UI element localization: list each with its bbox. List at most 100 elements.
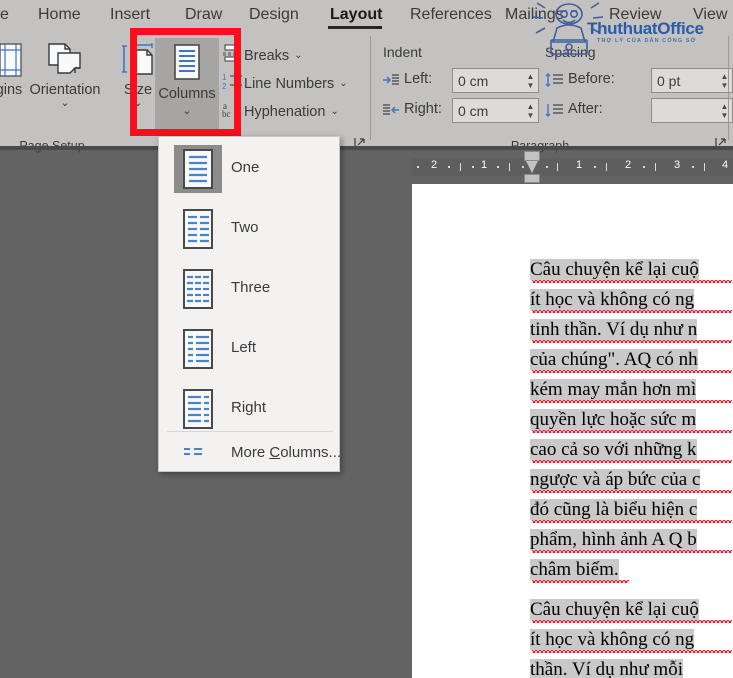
doc-line[interactable]: kém may mắn hơn mì: [530, 379, 697, 401]
indent-right-input[interactable]: 0 cm ▲ ▼: [452, 98, 539, 123]
orientation-label: Orientation: [29, 82, 101, 98]
spellcheck-squiggle: [532, 650, 732, 653]
spacing-before-stepper[interactable]: ▲ ▼: [717, 69, 732, 92]
doc-line[interactable]: phẩm, hình ảnh A Q b: [530, 529, 697, 551]
orientation-button[interactable]: Orientation ⌄: [20, 38, 110, 109]
horizontal-ruler[interactable]: 2 1 1 2 3 4: [412, 150, 733, 184]
ruler-track[interactable]: 2 1 1 2 3 4: [412, 158, 733, 176]
indent-right-stepper[interactable]: ▲ ▼: [523, 99, 538, 122]
indent-right-value: 0 cm: [458, 102, 489, 119]
doc-line[interactable]: ít học và không có ng: [530, 629, 695, 651]
column-one-icon: [174, 145, 222, 193]
tab-e[interactable]: e: [0, 4, 9, 26]
ruler-tick: [606, 163, 607, 171]
ruler-dot: [594, 166, 596, 168]
spacing-before-icon: [545, 73, 563, 92]
menu-item-two[interactable]: Two: [159, 199, 341, 259]
more-columns-icon: [183, 445, 203, 464]
ruler-label-right-3: 3: [673, 159, 681, 171]
spellcheck-squiggle: [532, 370, 732, 373]
breaks-chevron-down-icon[interactable]: ⌄: [294, 50, 302, 61]
doc-line[interactable]: quyền lực hoặc sức m: [530, 409, 697, 431]
ruler-label-left-1: 1: [480, 159, 488, 171]
doc-line-text: Câu chuyện kể lại cuộ: [530, 599, 699, 620]
tab-draw[interactable]: Draw: [185, 4, 222, 26]
doc-line-text: phẩm, hình ảnh A Q b: [530, 529, 697, 550]
ruler-dot: [417, 166, 419, 168]
indent-left-input[interactable]: 0 cm ▲ ▼: [452, 68, 539, 93]
spellcheck-squiggle: [532, 310, 732, 313]
doc-line[interactable]: tinh thần. Ví dụ như n: [530, 319, 698, 341]
spellcheck-squiggle: [532, 280, 732, 283]
tab-references[interactable]: References: [410, 4, 492, 26]
line-numbers-label: Line Numbers: [244, 75, 335, 92]
ruler-tick: [509, 163, 510, 171]
menu-item-right[interactable]: Right: [159, 379, 341, 439]
menu-item-left-label: Left: [231, 339, 257, 356]
more-columns-post: olumns...: [280, 444, 342, 461]
more-columns-pre: More: [231, 444, 270, 461]
tab-design[interactable]: Design: [249, 4, 299, 26]
menu-item-right-label: Right: [231, 399, 267, 416]
group-separator-page-setup: [370, 36, 371, 140]
orientation-icon: [20, 38, 110, 82]
left-indent-marker[interactable]: [524, 174, 540, 183]
breaks-label: Breaks: [244, 47, 290, 64]
column-left-icon: [174, 325, 222, 373]
menu-item-left[interactable]: Left: [159, 319, 341, 379]
menu-item-three[interactable]: Three: [159, 259, 341, 319]
ruler-dot: [497, 166, 499, 168]
indent-right-icon: [383, 103, 399, 122]
column-three-icon: [174, 265, 222, 313]
doc-line[interactable]: Câu chuyện kể lại cuộ: [530, 599, 699, 621]
menu-item-three-label: Three: [231, 279, 271, 296]
orientation-chevron-down-icon[interactable]: ⌄: [20, 98, 110, 109]
spellcheck-squiggle: [532, 580, 629, 583]
menu-item-more-columns[interactable]: More Columns...: [159, 433, 341, 473]
doc-line[interactable]: ít học và không có ng: [530, 289, 695, 311]
ruler-dot: [692, 166, 694, 168]
menu-item-two-label: Two: [231, 219, 259, 236]
indent-left-icon: [383, 73, 399, 92]
spacing-after-input[interactable]: ▲ ▼: [651, 98, 733, 123]
ruler-label-left-2: 2: [430, 159, 438, 171]
doc-line[interactable]: Câu chuyện kể lại cuộ: [530, 259, 699, 281]
spellcheck-squiggle: [532, 460, 732, 463]
hyphenation-chevron-down-icon[interactable]: ⌄: [330, 106, 338, 117]
menu-separator: [167, 431, 333, 432]
spellcheck-squiggle: [532, 400, 732, 403]
spacing-after-stepper[interactable]: ▲ ▼: [717, 99, 732, 122]
spacing-after-icon: [545, 103, 563, 122]
highlight-box-columns: [130, 28, 241, 136]
tab-layout[interactable]: Layout: [330, 4, 382, 26]
spellcheck-squiggle: [532, 520, 732, 523]
document-page[interactable]: Câu chuyện kể lại cuộ ít học và không có…: [412, 184, 733, 678]
tab-home[interactable]: Home: [38, 4, 81, 26]
doc-line[interactable]: của chúng". AQ có nh: [530, 349, 698, 371]
indent-left-stepper[interactable]: ▲ ▼: [523, 69, 538, 92]
first-line-indent-marker[interactable]: [524, 151, 540, 161]
menu-item-more-columns-label: More Columns...: [231, 444, 341, 461]
line-numbers-chevron-down-icon[interactable]: ⌄: [339, 78, 347, 89]
columns-dropdown-menu[interactable]: One Two Three Left Right More Columns...: [158, 136, 341, 473]
spellcheck-squiggle: [532, 550, 732, 553]
tab-insert[interactable]: Insert: [110, 4, 150, 26]
ruler-dot: [546, 166, 548, 168]
doc-line[interactable]: đó cũng là biểu hiện c: [530, 499, 698, 521]
doc-line-text: đó cũng là biểu hiện c: [530, 499, 698, 520]
spacing-before-input[interactable]: 0 pt ▲ ▼: [651, 68, 733, 93]
column-two-icon: [174, 205, 222, 253]
ruler-tick: [460, 163, 461, 171]
ruler-label-right-4: 4: [721, 159, 729, 171]
doc-line[interactable]: thần. Ví dụ như mỗi: [530, 659, 683, 678]
doc-line-text: tinh thần. Ví dụ như n: [530, 319, 698, 340]
doc-line-text: châm biếm.: [530, 559, 619, 580]
ruler-dot: [472, 166, 474, 168]
menu-item-one-label: One: [231, 159, 260, 176]
doc-line[interactable]: châm biếm.: [530, 559, 619, 581]
menu-item-one[interactable]: One: [159, 139, 341, 199]
doc-line[interactable]: ngược và áp bức của c: [530, 469, 701, 491]
doc-line-text: ít học và không có ng: [530, 289, 695, 310]
spacing-before-label: Before:: [568, 71, 615, 87]
doc-line[interactable]: cao cả so với những k: [530, 439, 697, 461]
